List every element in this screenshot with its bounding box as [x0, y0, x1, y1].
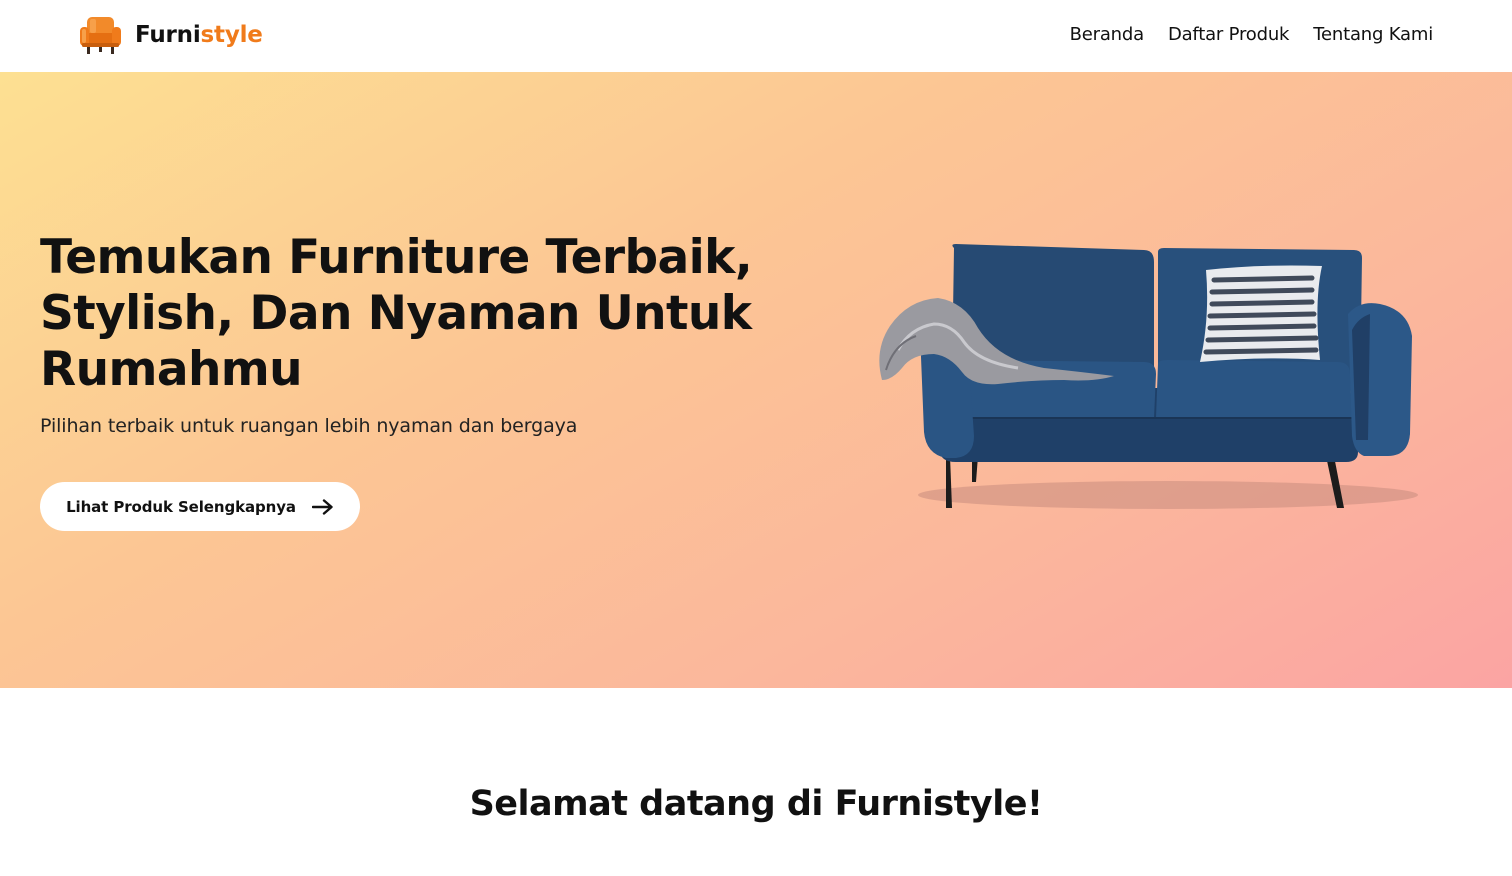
nav-link-tentang-kami[interactable]: Tentang Kami: [1313, 24, 1433, 45]
view-products-button-label: Lihat Produk Selengkapnya: [66, 497, 296, 516]
hero-subtitle: Pilihan terbaik untuk ruangan lebih nyam…: [40, 415, 578, 437]
brand-name-part2: style: [200, 22, 263, 48]
navbar: Furnistyle Beranda Daftar Produk Tentang…: [0, 0, 1512, 72]
hero-section: Temukan Furniture Terbaik, Stylish, Dan …: [0, 72, 1512, 688]
nav-link-daftar-produk[interactable]: Daftar Produk: [1168, 24, 1290, 45]
nav-link-beranda[interactable]: Beranda: [1070, 24, 1145, 45]
arrow-right-icon: [311, 498, 333, 515]
nav-item: Tentang Kami: [1313, 24, 1433, 45]
brand-name-part1: Furni: [135, 22, 201, 48]
nav-item: Daftar Produk: [1168, 24, 1290, 45]
brand-logo-link[interactable]: Furnistyle: [79, 14, 263, 56]
welcome-title: Selamat datang di Furnistyle!: [469, 784, 1043, 824]
sofa-image: [879, 244, 1418, 509]
welcome-section: Selamat datang di Furnistyle!: [0, 688, 1512, 876]
nav-menu: Beranda Daftar Produk Tentang Kami: [1070, 24, 1434, 45]
hero-title: Temukan Furniture Terbaik, Stylish, Dan …: [40, 230, 753, 397]
nav-item: Beranda: [1070, 24, 1145, 45]
brand-name: Furnistyle: [135, 22, 263, 48]
armchair-icon: [80, 17, 121, 54]
view-products-button[interactable]: Lihat Produk Selengkapnya: [40, 482, 360, 531]
